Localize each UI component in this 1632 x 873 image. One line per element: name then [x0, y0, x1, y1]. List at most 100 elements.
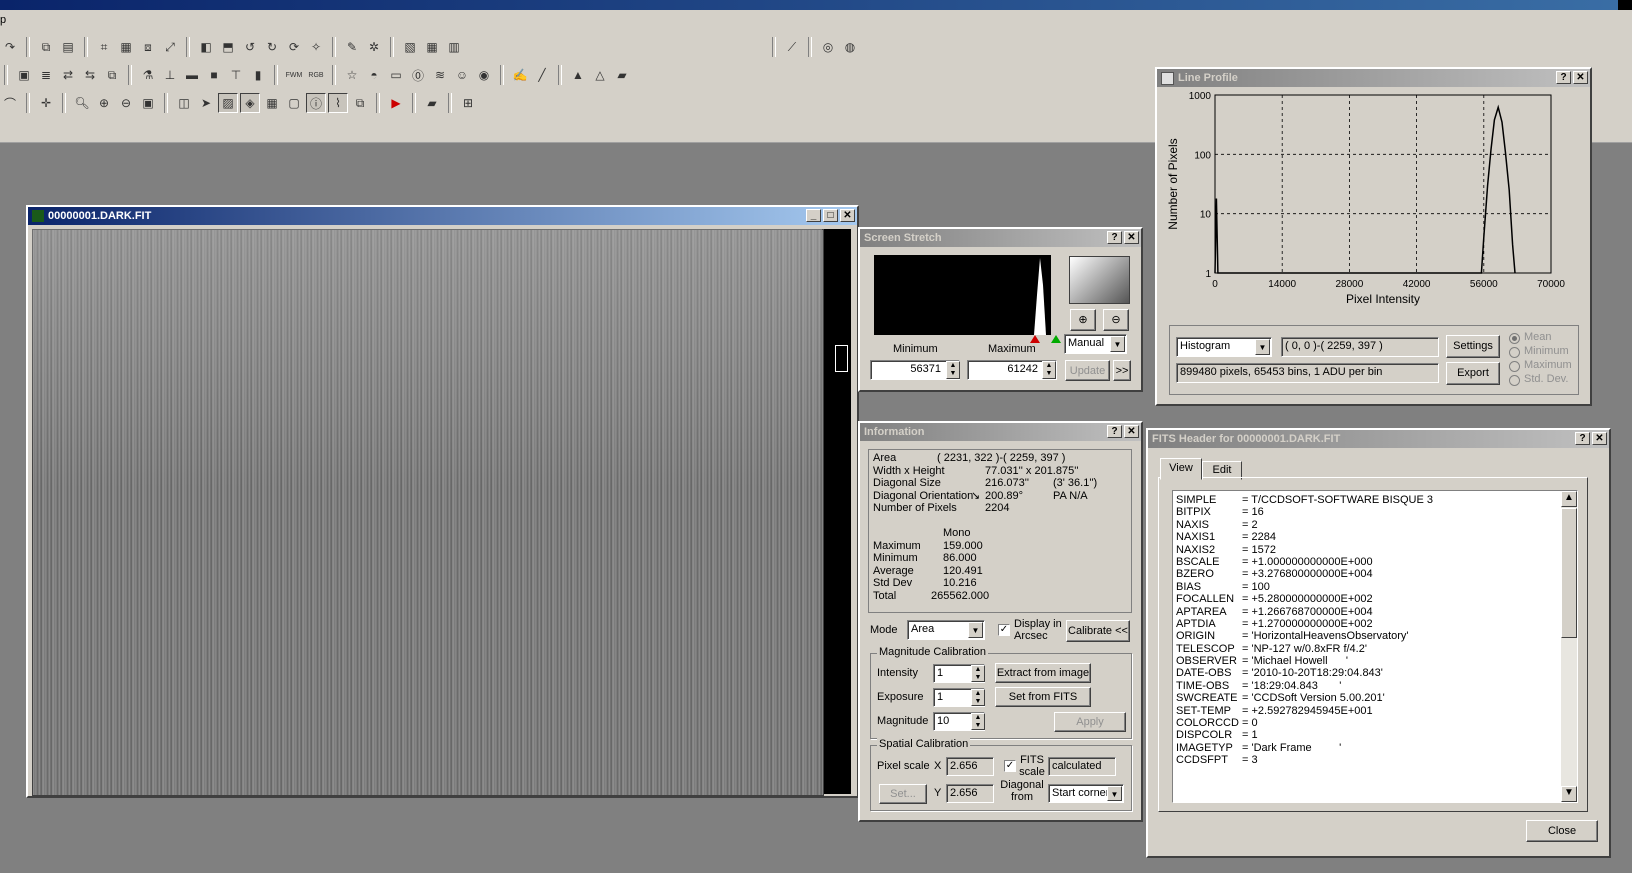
- copy-icon[interactable]: ⧉: [36, 37, 56, 57]
- more-button[interactable]: >>: [1113, 360, 1131, 381]
- help-button[interactable]: ?: [1556, 71, 1571, 84]
- fits-header-line[interactable]: IMAGETYP = 'Dark Frame ': [1176, 742, 1556, 754]
- zoom-icon[interactable]: 🔍︎: [72, 93, 92, 113]
- layers2-icon[interactable]: ≋: [430, 65, 450, 85]
- fits-header-line[interactable]: FOCALLEN = +5.280000000000E+002: [1176, 593, 1556, 605]
- set-from-fits-button[interactable]: Set from FITS: [995, 687, 1091, 707]
- resize-icon[interactable]: ⤢: [160, 37, 180, 57]
- fits-header-line[interactable]: BIAS = 100: [1176, 581, 1556, 593]
- earth-icon[interactable]: ◉: [474, 65, 494, 85]
- folder-icon[interactable]: ▰: [422, 93, 442, 113]
- information-titlebar[interactable]: Information ? ✕: [860, 423, 1141, 441]
- histogram-select[interactable]: Histogram ▼: [1176, 337, 1272, 357]
- pixel-scale-y-field[interactable]: 2.656: [946, 784, 994, 803]
- globe-icon[interactable]: ◎: [818, 37, 838, 57]
- intensity-spinner[interactable]: ▲ ▼: [971, 665, 985, 682]
- track-icon[interactable]: ⧉: [102, 65, 122, 85]
- tile-icon[interactable]: ⊞: [458, 93, 478, 113]
- mode-select[interactable]: Area ▼: [907, 620, 985, 640]
- apply-button[interactable]: Apply: [1054, 712, 1126, 732]
- rotate-left-icon[interactable]: ↺: [240, 37, 260, 57]
- fits-header-window[interactable]: FITS Header for 00000001.DARK.FIT ? ✕ Vie…: [1146, 428, 1611, 858]
- help-button[interactable]: ?: [1107, 231, 1122, 244]
- minimum-radio[interactable]: [1509, 347, 1520, 358]
- scrollbar[interactable]: ▲ ▼: [1561, 491, 1577, 802]
- scroll-up-button[interactable]: ▲: [1561, 491, 1577, 507]
- scroll-thumb[interactable]: [1561, 508, 1577, 638]
- info-icon[interactable]: ⓘ: [306, 93, 326, 113]
- information-window[interactable]: Information ? ✕ Area( 2231, 322 )-( 2259,…: [858, 421, 1143, 822]
- crop-icon[interactable]: ⌗: [94, 37, 114, 57]
- block-icon[interactable]: ■: [204, 65, 224, 85]
- fits-header-line[interactable]: APTDIA = +1.270000000000E+002: [1176, 618, 1556, 630]
- compare-icon[interactable]: ◫: [174, 93, 194, 113]
- picture-icon[interactable]: ▦: [262, 93, 282, 113]
- flip-v-icon[interactable]: ⬒: [218, 37, 238, 57]
- export-button[interactable]: Export: [1446, 362, 1500, 385]
- combine-icon[interactable]: ⇆: [80, 65, 100, 85]
- chevron-down-icon[interactable]: ▼: [1255, 339, 1270, 355]
- fits-header-line[interactable]: BZERO = +3.276800000000E+004: [1176, 568, 1556, 580]
- close-button[interactable]: ✕: [1592, 432, 1607, 445]
- crosshair-icon[interactable]: ✛: [36, 93, 56, 113]
- help-button[interactable]: ?: [1107, 425, 1122, 438]
- fits-header-line[interactable]: CCDSFPT = 3: [1176, 754, 1556, 766]
- help-button[interactable]: ?: [1575, 432, 1590, 445]
- fits-header-line[interactable]: ORIGIN = 'HorizontalHeavensObservatory': [1176, 630, 1556, 642]
- fits-header-line[interactable]: SET-TEMP = +2.592782945945E+001: [1176, 705, 1556, 717]
- image-window[interactable]: 00000001.DARK.FIT _ □ ✕: [26, 205, 859, 798]
- mountain2-icon[interactable]: △: [590, 65, 610, 85]
- magnitude-spinner[interactable]: ▲ ▼: [971, 713, 985, 730]
- redo-icon[interactable]: ↷: [0, 37, 20, 57]
- close-button[interactable]: ✕: [1573, 71, 1588, 84]
- bin-icon[interactable]: ▦: [116, 37, 136, 57]
- set-button[interactable]: Set...: [879, 784, 927, 804]
- close-button[interactable]: ✕: [1124, 231, 1139, 244]
- min-marker-icon[interactable]: [1030, 335, 1040, 343]
- flask-icon[interactable]: ⚗: [138, 65, 158, 85]
- align-icon[interactable]: ⇄: [58, 65, 78, 85]
- chevron-down-icon[interactable]: ▼: [1110, 336, 1125, 352]
- bar-icon[interactable]: ▬: [182, 65, 202, 85]
- calibrate-button[interactable]: Calibrate <<: [1066, 620, 1130, 642]
- chevron-down-icon[interactable]: ▼: [968, 622, 983, 638]
- maximum-spinner[interactable]: ▲ ▼: [1042, 361, 1056, 379]
- fits-header-list[interactable]: SIMPLE = T/CCDSOFT-SOFTWARE BISQUE 3 BITPI…: [1172, 490, 1578, 803]
- send-icon[interactable]: ➤: [196, 93, 216, 113]
- fits-header-line[interactable]: SWCREATE = 'CCDSoft Version 5.00.201': [1176, 692, 1556, 704]
- star-icon[interactable]: ☆: [342, 65, 362, 85]
- rotate-right-icon[interactable]: ↻: [262, 37, 282, 57]
- fwhm-icon[interactable]: FWM: [284, 65, 304, 85]
- diagonal-from-select[interactable]: Start corner ▼: [1048, 784, 1124, 803]
- wand-icon[interactable]: ✧: [306, 37, 326, 57]
- fits-header-line[interactable]: DATE-OBS = '2010-10-20T18:29:04.843': [1176, 667, 1556, 679]
- screen-stretch-window[interactable]: Screen Stretch ? ✕ ⊕ ⊖ Minimum Maximum 56…: [858, 227, 1143, 392]
- filter-icon[interactable]: ▧: [400, 37, 420, 57]
- fits-header-titlebar[interactable]: FITS Header for 00000001.DARK.FIT ? ✕: [1148, 430, 1609, 448]
- fit-icon[interactable]: ▣: [138, 93, 158, 113]
- close-button[interactable]: ✕: [840, 209, 855, 222]
- tab-view[interactable]: View: [1160, 458, 1202, 480]
- display-arcsec-checkbox[interactable]: ✓: [998, 624, 1010, 636]
- counter-icon[interactable]: ⓪: [408, 65, 428, 85]
- mountain-icon[interactable]: ▲: [568, 65, 588, 85]
- screen-stretch-titlebar[interactable]: Screen Stretch ? ✕: [860, 229, 1141, 247]
- smile-icon[interactable]: ☺: [452, 65, 472, 85]
- paste-icon[interactable]: ▤: [58, 37, 78, 57]
- image-window-titlebar[interactable]: 00000001.DARK.FIT _ □ ✕: [28, 207, 857, 225]
- line-profile-icon[interactable]: ⌇: [328, 93, 348, 113]
- profile-coords-field[interactable]: ( 0, 0 )-( 2259, 397 ): [1281, 337, 1439, 357]
- fits-header-line[interactable]: COLORCCD = 0: [1176, 717, 1556, 729]
- maximize-button[interactable]: □: [823, 209, 838, 222]
- stack-icon[interactable]: ≣: [36, 65, 56, 85]
- dome-icon[interactable]: ◓: [364, 65, 384, 85]
- fits-header-line[interactable]: BSCALE = +1.000000000000E+000: [1176, 556, 1556, 568]
- zoom-in-button[interactable]: ⊕: [1070, 309, 1096, 331]
- menu-fragment[interactable]: p: [0, 14, 6, 26]
- minimize-button[interactable]: _: [806, 209, 821, 222]
- scroll-down-button[interactable]: ▼: [1561, 786, 1577, 802]
- fits-header-line[interactable]: OBSERVER = 'Michael Howell ': [1176, 655, 1556, 667]
- fits-header-line[interactable]: TELESCOP = 'NP-127 w/0.8xFR f/4.2': [1176, 643, 1556, 655]
- telescope-icon[interactable]: ⟋: [782, 37, 802, 57]
- close-button[interactable]: ✕: [1124, 425, 1139, 438]
